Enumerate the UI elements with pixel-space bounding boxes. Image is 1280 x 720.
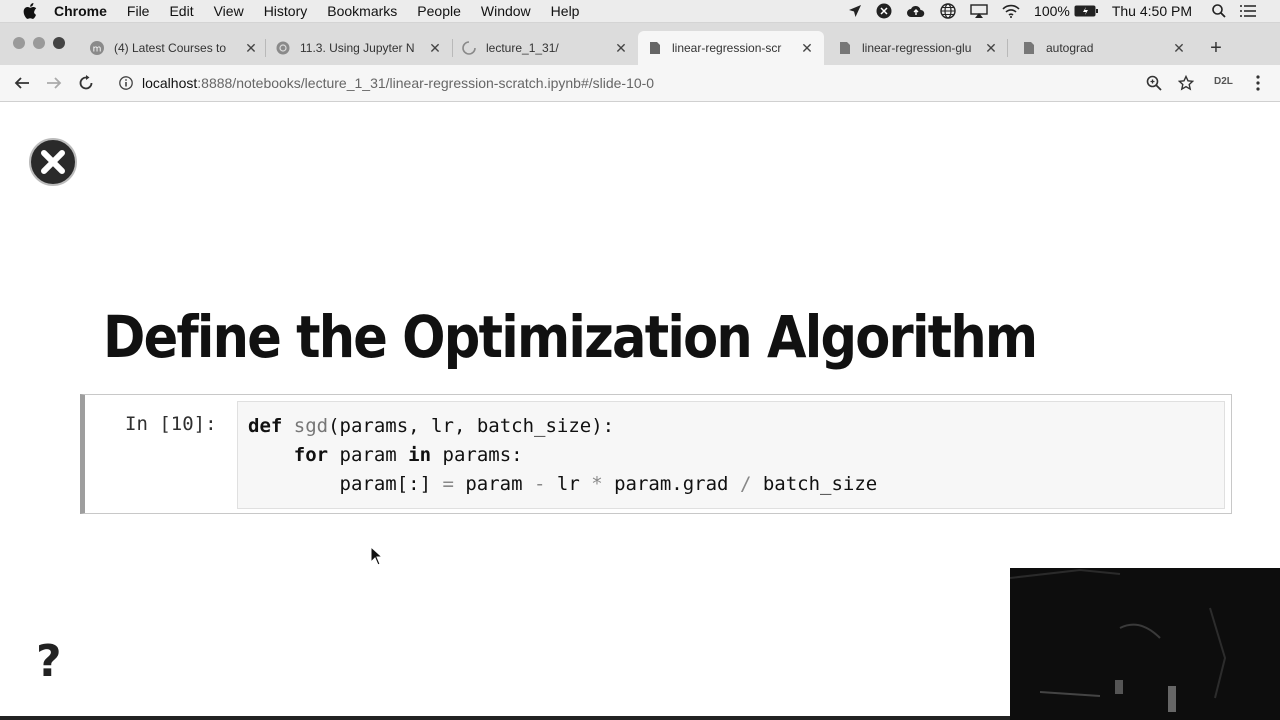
menu-file[interactable]: File — [127, 3, 150, 19]
site-info-icon[interactable] — [118, 75, 134, 91]
help-question-icon[interactable]: ? — [36, 640, 70, 684]
m-icon: m — [90, 41, 104, 55]
tab-autograd[interactable]: autograd ✕ — [1022, 33, 1186, 63]
address-bar[interactable]: localhost:8888/notebooks/lecture_1_31/li… — [112, 70, 1202, 96]
app-status-icon[interactable] — [876, 3, 892, 19]
apple-logo-icon[interactable] — [20, 3, 40, 19]
menu-app-chrome[interactable]: Chrome — [54, 3, 107, 19]
close-slideshow-icon[interactable] — [28, 137, 78, 187]
code-operator: / — [739, 473, 752, 495]
browser-toolbar: localhost:8888/notebooks/lecture_1_31/li… — [0, 65, 1280, 102]
tab-title: linear-regression-glu — [862, 41, 972, 55]
tab-linear-regression-scratch[interactable]: linear-regression-scr ✕ — [638, 31, 824, 65]
menu-people[interactable]: People — [417, 3, 461, 19]
menu-view[interactable]: View — [214, 3, 244, 19]
bottom-edge-bar — [0, 716, 1010, 720]
code-keyword: def — [248, 415, 283, 437]
webcam-video-overlay — [1010, 568, 1280, 720]
forward-arrow-icon[interactable] — [44, 73, 64, 93]
notification-center-icon[interactable] — [1240, 5, 1256, 17]
code-operator: * — [591, 473, 603, 495]
code-text: params: — [431, 444, 523, 466]
code-editor[interactable]: def sgd(params, lr, batch_size): for par… — [237, 401, 1225, 509]
wifi-icon[interactable] — [1002, 4, 1020, 18]
window-close-button[interactable] — [13, 37, 25, 49]
code-text: param — [453, 473, 534, 495]
battery-icon[interactable] — [1074, 5, 1098, 17]
cloud-upload-icon[interactable] — [906, 4, 926, 18]
macos-menu-bar: Chrome File Edit View History Bookmarks … — [0, 0, 1280, 23]
reload-icon[interactable] — [76, 73, 96, 93]
code-line-1: def sgd(params, lr, batch_size): — [248, 415, 614, 437]
tab-linear-regression-gluon[interactable]: linear-regression-glu ✕ — [838, 33, 998, 63]
document-icon — [1022, 41, 1036, 55]
globe-icon — [276, 41, 290, 55]
d2l-extension-icon[interactable]: D2L — [1214, 76, 1233, 87]
loading-icon — [462, 41, 476, 55]
code-keyword: in — [408, 444, 432, 466]
code-text: (params, lr, batch_size): — [328, 415, 615, 437]
tab-close-icon[interactable]: ✕ — [244, 40, 258, 56]
menu-help[interactable]: Help — [551, 3, 580, 19]
location-arrow-icon[interactable] — [848, 4, 862, 18]
tab-lecture-1-31[interactable]: lecture_1_31/ ✕ — [462, 33, 628, 63]
cell-prompt: In [10]: — [125, 413, 217, 435]
code-function-name: sgd — [293, 415, 329, 437]
bookmark-star-icon[interactable] — [1176, 73, 1196, 93]
clock[interactable]: Thu 4:50 PM — [1112, 3, 1192, 19]
tab-close-icon[interactable]: ✕ — [800, 40, 814, 56]
tab-separator — [452, 39, 453, 57]
code-operator: - — [534, 473, 546, 495]
window-minimize-button[interactable] — [33, 37, 45, 49]
chrome-menu-icon[interactable] — [1248, 73, 1268, 93]
code-text: lr — [545, 473, 592, 495]
code-text: batch_size — [751, 473, 878, 495]
tab-title: linear-regression-scr — [672, 41, 782, 55]
document-icon — [648, 41, 662, 55]
slide-title: Define the Optimization Algorithm — [103, 303, 1038, 371]
code-line-3: param[:] = param - lr * param.grad / bat… — [248, 473, 878, 495]
tab-close-icon[interactable]: ✕ — [1172, 40, 1186, 56]
tab-separator — [265, 39, 266, 57]
back-arrow-icon[interactable] — [12, 73, 32, 93]
code-operator: = — [442, 473, 454, 495]
mouse-pointer-icon — [370, 545, 384, 566]
code-keyword: for — [293, 444, 329, 466]
code-line-2: for param in params: — [248, 444, 523, 466]
url-host: localhost — [142, 75, 198, 91]
tab-using-jupyter[interactable]: 11.3. Using Jupyter N ✕ — [276, 33, 442, 63]
tab-title: lecture_1_31/ — [486, 41, 559, 55]
airplay-icon[interactable] — [970, 4, 988, 18]
code-text: param.grad — [602, 473, 740, 495]
url-path: :8888/notebooks/lecture_1_31/linear-regr… — [197, 75, 655, 91]
globe-icon[interactable] — [940, 3, 956, 19]
tab-separator — [1007, 39, 1008, 57]
tab-close-icon[interactable]: ✕ — [614, 40, 628, 56]
new-tab-plus-icon[interactable]: + — [1207, 37, 1225, 59]
window-fullscreen-button[interactable] — [53, 37, 65, 49]
tab-title: 11.3. Using Jupyter N — [300, 41, 415, 55]
tab-latest-courses[interactable]: m (4) Latest Courses to ✕ — [90, 33, 258, 63]
menu-bookmarks[interactable]: Bookmarks — [327, 3, 397, 19]
spotlight-search-icon[interactable] — [1212, 4, 1226, 18]
code-text: param[:] — [339, 473, 443, 495]
browser-tab-strip: m (4) Latest Courses to ✕ 11.3. Using Ju… — [0, 23, 1280, 65]
notebook-code-cell[interactable]: In [10]: def sgd(params, lr, batch_size)… — [80, 394, 1232, 514]
menu-edit[interactable]: Edit — [169, 3, 193, 19]
tab-close-icon[interactable]: ✕ — [984, 40, 998, 56]
tab-title: autograd — [1046, 41, 1094, 55]
svg-text:m: m — [93, 45, 102, 55]
tab-title: (4) Latest Courses to — [114, 41, 227, 55]
menu-window[interactable]: Window — [481, 3, 531, 19]
code-text: param — [328, 444, 409, 466]
battery-percent: 100% — [1034, 3, 1070, 19]
zoom-icon[interactable] — [1144, 73, 1164, 93]
menu-history[interactable]: History — [264, 3, 308, 19]
document-icon — [838, 41, 852, 55]
tab-close-icon[interactable]: ✕ — [428, 40, 442, 56]
